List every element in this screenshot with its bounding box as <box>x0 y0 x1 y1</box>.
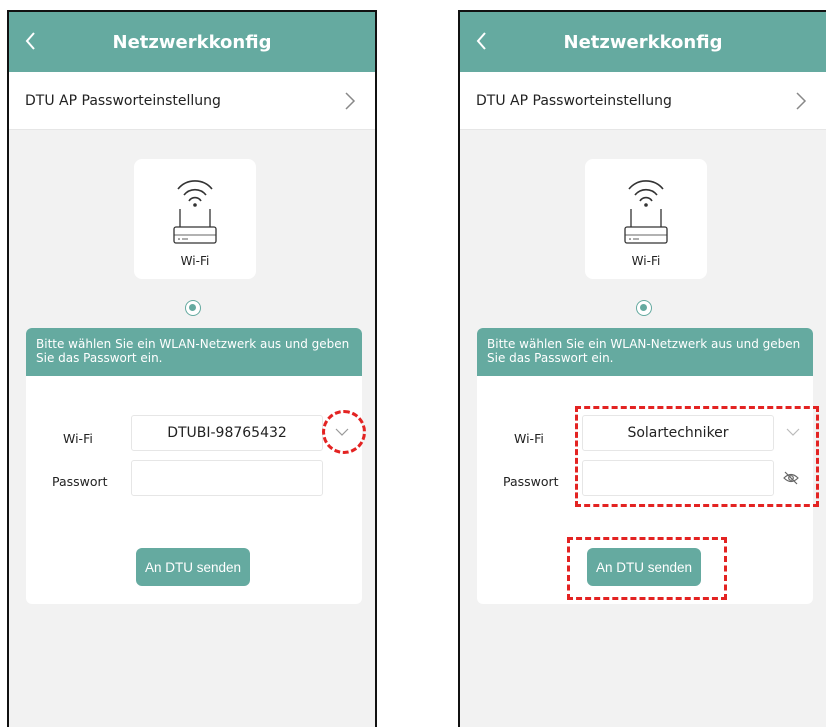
router-wifi-icon <box>624 180 668 244</box>
dtu-ap-password-setting-row[interactable]: DTU AP Passworteinstellung <box>460 72 826 130</box>
wifi-field-label: Wi-Fi <box>514 431 544 446</box>
instructions-text: Bitte wählen Sie ein WLAN-Netzwerk aus u… <box>26 328 362 376</box>
wifi-mode-card[interactable]: Wi-Fi <box>585 159 707 279</box>
network-form-card: Bitte wählen Sie ein WLAN-Netzwerk aus u… <box>26 328 362 604</box>
send-to-dtu-button[interactable]: An DTU senden <box>136 548 250 586</box>
config-row-label: DTU AP Passworteinstellung <box>476 92 672 109</box>
dtu-ap-password-setting-row[interactable]: DTU AP Passworteinstellung <box>9 72 375 130</box>
wifi-select-value: DTUBI-98765432 <box>167 425 287 441</box>
chevron-right-icon <box>345 92 356 110</box>
wifi-mode-card[interactable]: Wi-Fi <box>134 159 256 279</box>
back-icon[interactable] <box>19 26 43 56</box>
wifi-select[interactable]: DTUBI-98765432 <box>131 415 323 451</box>
router-wifi-icon <box>173 180 217 244</box>
header-bar: Netzwerkkonfig <box>460 12 826 72</box>
page-title: Netzwerkkonfig <box>563 31 723 53</box>
instructions-text: Bitte wählen Sie ein WLAN-Netzwerk aus u… <box>477 328 813 376</box>
config-row-label: DTU AP Passworteinstellung <box>25 92 221 109</box>
phone-screen-right: Netzwerkkonfig DTU AP Passworteinstellun… <box>458 10 826 727</box>
chevron-right-icon <box>796 92 807 110</box>
password-field[interactable] <box>131 460 323 496</box>
wifi-radio-selected[interactable] <box>185 300 201 316</box>
password-field-label: Passwort <box>52 474 108 489</box>
wifi-card-label: Wi-Fi <box>631 254 661 268</box>
wifi-field-label: Wi-Fi <box>63 431 93 446</box>
header-bar: Netzwerkkonfig <box>9 12 375 72</box>
highlight-fields-box <box>575 406 819 507</box>
page-title: Netzwerkkonfig <box>112 31 272 53</box>
password-field-label: Passwort <box>503 474 559 489</box>
back-icon[interactable] <box>470 26 494 56</box>
phone-screen-left: Netzwerkkonfig DTU AP Passworteinstellun… <box>7 10 377 727</box>
highlight-dropdown-circle <box>322 410 366 454</box>
highlight-send-button-box <box>567 537 727 600</box>
wifi-radio-selected[interactable] <box>636 300 652 316</box>
wifi-card-label: Wi-Fi <box>180 254 210 268</box>
